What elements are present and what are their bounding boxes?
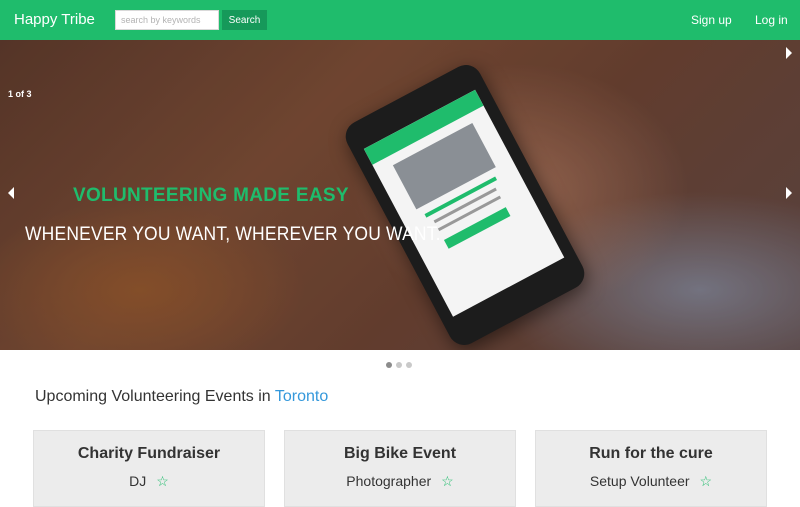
login-link[interactable]: Log in [755, 13, 788, 27]
event-role: DJ [129, 473, 147, 489]
carousel-dot-3[interactable] [406, 362, 412, 368]
carousel-dot-1[interactable] [386, 362, 392, 368]
event-card[interactable]: Big Bike Event Photographer ☆ [284, 430, 516, 507]
hero-carousel: 1 of 3 VOLUNTEERING MADE EASY WHENEVER Y… [0, 40, 800, 350]
search-input[interactable] [115, 10, 219, 30]
star-icon[interactable]: ☆ [441, 473, 454, 489]
carousel-indicators [386, 362, 412, 368]
search-button[interactable]: Search [222, 10, 267, 30]
star-icon[interactable]: ☆ [700, 473, 713, 489]
event-card[interactable]: Run for the cure Setup Volunteer ☆ [535, 430, 767, 507]
phone-button [443, 207, 511, 249]
event-title: Big Bike Event [343, 445, 457, 462]
event-title: Charity Fundraiser [77, 445, 221, 462]
signup-link[interactable]: Sign up [691, 13, 732, 27]
event-role-row: Photographer ☆ [285, 473, 515, 490]
carousel-dot-2[interactable] [396, 362, 402, 368]
event-role: Photographer [346, 473, 432, 489]
section-heading-text: Upcoming Volunteering Events in [35, 388, 271, 405]
hero-subtitle: WHENEVER YOU WANT, WHEREVER YOU WANT. [25, 224, 441, 245]
city-link[interactable]: Toronto [275, 388, 328, 405]
star-icon[interactable]: ☆ [156, 473, 169, 489]
slide-counter: 1 of 3 [8, 89, 32, 99]
event-role-row: Setup Volunteer ☆ [536, 473, 766, 490]
event-role: Setup Volunteer [589, 473, 690, 489]
event-title: Run for the cure [589, 445, 713, 462]
event-card[interactable]: Charity Fundraiser DJ ☆ [33, 430, 265, 507]
top-navbar: Happy Tribe Search Sign up Log in [0, 0, 800, 40]
next-arrow-icon[interactable] [786, 187, 792, 199]
next-arrow-icon[interactable] [786, 47, 792, 59]
section-heading: Upcoming Volunteering Events in Toronto [35, 388, 328, 406]
prev-arrow-icon[interactable] [8, 187, 14, 199]
hero-title: VOLUNTEERING MADE EASY [73, 185, 349, 206]
brand-logo[interactable]: Happy Tribe [14, 11, 95, 28]
event-role-row: DJ ☆ [34, 473, 264, 490]
